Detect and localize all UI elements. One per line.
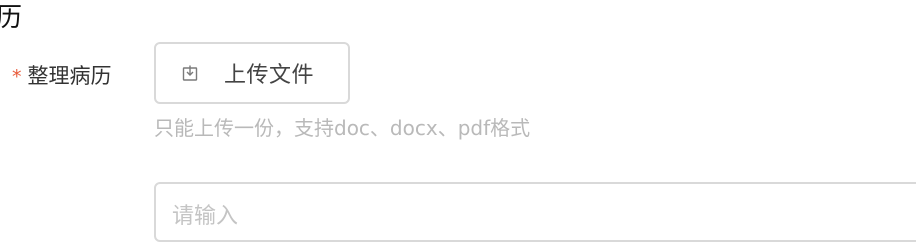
download-icon [180, 63, 200, 83]
notes-input[interactable] [156, 184, 916, 240]
upload-file-button-label: 上传文件 [223, 63, 314, 88]
medical-record-label: * 整理病历 [12, 60, 112, 90]
notes-input-container [154, 182, 916, 242]
required-mark: * [12, 65, 22, 88]
section-title: 历 [0, 3, 23, 33]
upload-hint: 只能上传一份，支持doc、docx、pdf格式 [154, 116, 531, 140]
medical-record-label-text: 整理病历 [27, 64, 112, 88]
upload-file-button[interactable]: 上传文件 [154, 42, 350, 104]
